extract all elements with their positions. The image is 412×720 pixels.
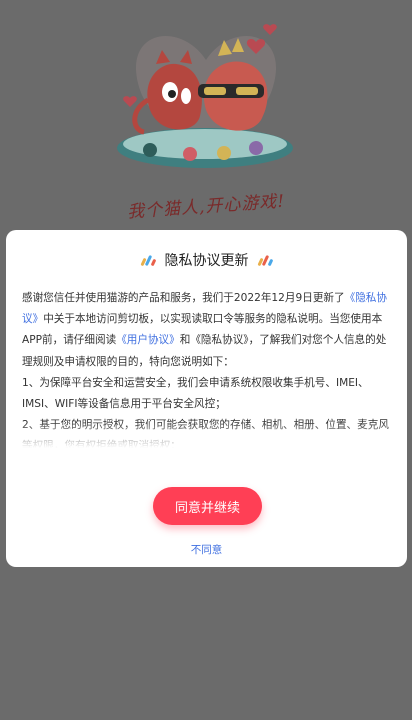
agree-continue-button[interactable]: 同意并继续 [153, 487, 262, 525]
privacy-agreement-text: 《隐私协议》 [190, 334, 249, 347]
and-text: 和 [179, 334, 191, 347]
dialog-header: 隐私协议更新 [6, 250, 407, 270]
privacy-update-dialog: 隐私协议更新 感谢您信任并使用猫游的产品和服务，我们于2022年12月9日更新了… [6, 230, 407, 567]
splash-illustration: 我个猫人,开心游戏! [0, 0, 412, 230]
dialog-body: 感谢您信任并使用猫游的产品和服务，我们于2022年12月9日更新了《隐私协议》中… [22, 288, 393, 448]
intro-text: 感谢您信任并使用猫游的产品和服务，我们于2022年12月9日更新了 [22, 292, 345, 304]
policy-item-1: 1、为保障平台安全和运营安全，我们会申请系统权限收集手机号、IMEI、IMSI、… [22, 376, 369, 411]
policy-paragraph: 感谢您信任并使用猫游的产品和服务，我们于2022年12月9日更新了《隐私协议》中… [22, 288, 393, 373]
sparkle-right-icon [256, 254, 273, 266]
user-agreement-link[interactable]: 《用户协议》 [116, 334, 180, 346]
sparkle-left-icon [139, 254, 156, 266]
scroll-fade [22, 422, 393, 448]
disagree-link[interactable]: 不同意 [6, 542, 407, 557]
dialog-title: 隐私协议更新 [164, 253, 249, 269]
